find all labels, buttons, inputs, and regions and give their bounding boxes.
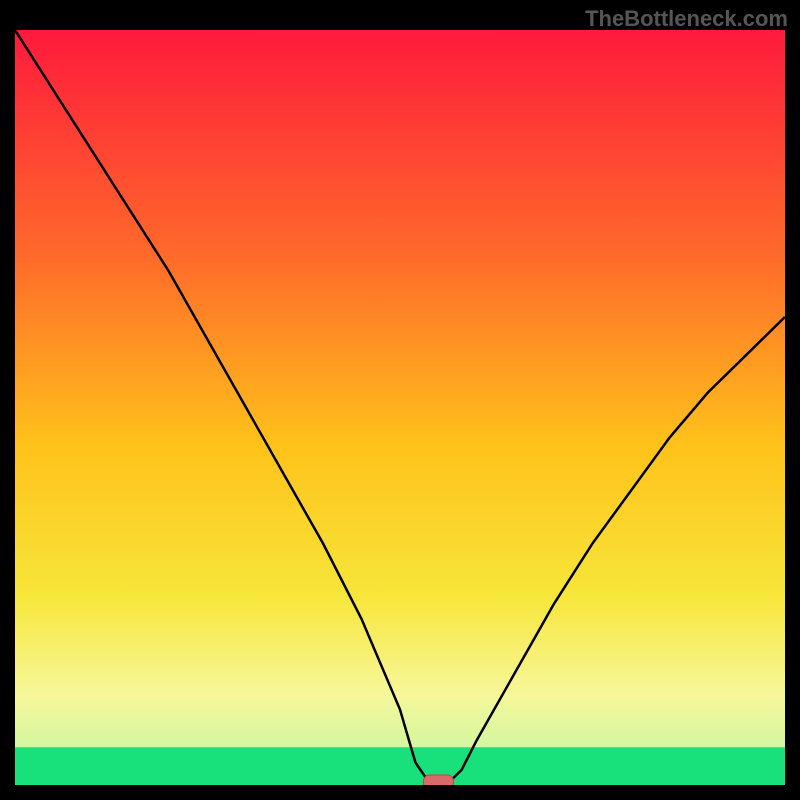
optimal-marker <box>424 775 454 785</box>
chart-frame <box>15 30 785 785</box>
bottleneck-chart <box>15 30 785 785</box>
watermark-text: TheBottleneck.com <box>585 6 788 32</box>
green-band <box>15 747 785 785</box>
gradient-background <box>15 30 785 785</box>
